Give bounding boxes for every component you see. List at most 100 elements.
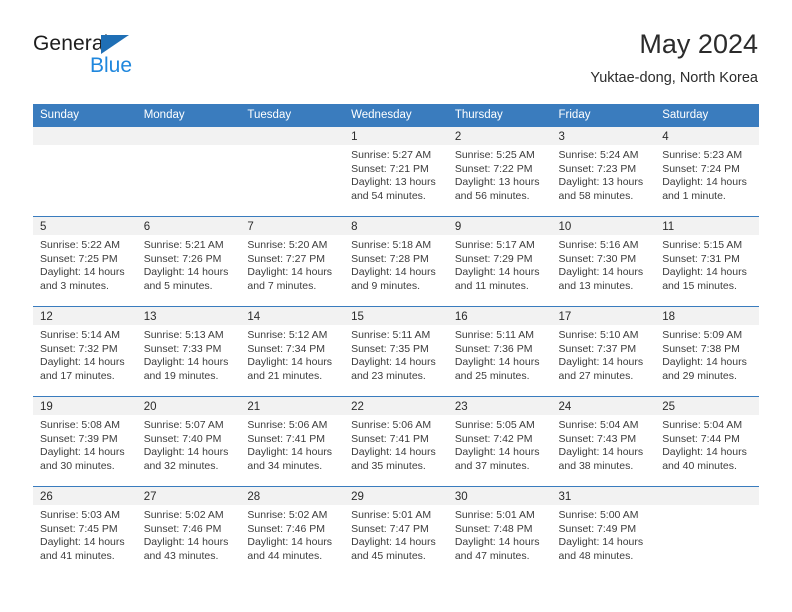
sunset-time: Sunset: 7:29 PM [454,252,533,265]
daylight-duration-line2: and 58 minutes. [558,189,634,202]
day-details: Sunrise: 5:11 AM Sunset: 7:35 PM Daylight:… [344,325,448,383]
calendar-day-cell[interactable]: 21 Sunrise: 5:06 AM Sunset: 7:41 PM Dayligh… [240,396,345,487]
calendar-day-cell[interactable]: 19 Sunrise: 5:08 AM Sunset: 7:39 PM Dayligh… [33,396,137,487]
sunrise-time: Sunrise: 5:12 AM [247,329,328,341]
calendar-page: General Blue May 2024 Yuktae-dong, North… [0,0,792,612]
daylight-duration-line2: and 19 minutes. [143,369,219,382]
day-details: Sunrise: 5:20 AM Sunset: 7:27 PM Daylight:… [240,235,344,293]
daylight-duration-line1: Daylight: 14 hours [247,446,333,459]
calendar-day-cell[interactable]: 25 Sunrise: 5:04 AM Sunset: 7:44 PM Dayligh… [655,396,759,487]
daylight-duration-line1: Daylight: 14 hours [247,266,333,279]
calendar-day-cell[interactable]: 3 Sunrise: 5:24 AM Sunset: 7:23 PM Daylight… [551,127,656,217]
day-number: 13 [136,307,241,325]
sunrise-time: Sunrise: 5:06 AM [247,419,328,431]
calendar-day-cell[interactable]: 6 Sunrise: 5:21 AM Sunset: 7:26 PM Daylight… [136,216,241,307]
calendar-day-cell[interactable]: 11 Sunrise: 5:15 AM Sunset: 7:31 PM Dayligh… [655,216,759,307]
sunset-time: Sunset: 7:25 PM [40,252,118,265]
day-details: Sunrise: 5:02 AM Sunset: 7:46 PM Daylight:… [137,505,241,563]
sunrise-time: Sunrise: 5:01 AM [454,509,535,521]
day-number: 3 [551,127,656,145]
daylight-duration-line2: and 23 minutes. [351,369,426,382]
calendar-day-cell[interactable]: 14 Sunrise: 5:12 AM Sunset: 7:34 PM Dayligh… [240,306,345,397]
daylight-duration-line1: Daylight: 14 hours [143,536,229,549]
sunset-time: Sunset: 7:35 PM [351,342,429,355]
sunset-time: Sunset: 7:34 PM [247,342,326,355]
day-details: Sunrise: 5:02 AM Sunset: 7:46 PM Daylight:… [240,505,344,563]
calendar-day-cell[interactable]: 26 Sunrise: 5:03 AM Sunset: 7:45 PM Dayligh… [33,486,137,576]
weekday-header-monday: Monday [136,104,241,127]
calendar-day-cell[interactable]: 9 Sunrise: 5:17 AM Sunset: 7:29 PM Daylight… [447,216,552,307]
day-number: 29 [344,487,448,505]
calendar-day-cell[interactable]: 12 Sunrise: 5:14 AM Sunset: 7:32 PM Dayligh… [33,306,137,397]
day-details: Sunrise: 5:01 AM Sunset: 7:47 PM Daylight:… [344,505,448,563]
daylight-duration-line2: and 37 minutes. [454,459,530,472]
sunrise-time: Sunrise: 5:01 AM [351,509,432,521]
day-details: Sunrise: 5:22 AM Sunset: 7:25 PM Daylight:… [33,235,137,293]
calendar-day-cell[interactable]: 15 Sunrise: 5:11 AM Sunset: 7:35 PM Dayligh… [344,306,448,397]
day-details: Sunrise: 5:11 AM Sunset: 7:36 PM Daylight:… [448,325,552,383]
daylight-duration-line1: Daylight: 14 hours [351,446,436,459]
calendar-day-cell[interactable]: 23 Sunrise: 5:05 AM Sunset: 7:42 PM Dayligh… [447,396,552,487]
day-number: 16 [447,307,552,325]
day-details: Sunrise: 5:25 AM Sunset: 7:22 PM Daylight:… [448,145,552,203]
calendar-day-cell[interactable]: 5 Sunrise: 5:22 AM Sunset: 7:25 PM Daylight… [33,216,137,307]
daylight-duration-line1: Daylight: 14 hours [247,536,333,549]
sunset-time: Sunset: 7:36 PM [454,342,533,355]
day-number: 23 [447,397,552,415]
logo-text-general: General [33,32,109,55]
calendar-day-cell[interactable]: 13 Sunrise: 5:13 AM Sunset: 7:33 PM Dayligh… [136,306,241,397]
day-number: 17 [551,307,656,325]
calendar-day-cell[interactable]: 7 Sunrise: 5:20 AM Sunset: 7:27 PM Daylight… [240,216,345,307]
day-details: Sunrise: 5:06 AM Sunset: 7:41 PM Daylight:… [344,415,448,473]
title-block: May 2024 Yuktae-dong, North Korea [590,28,758,88]
day-details: Sunrise: 5:03 AM Sunset: 7:45 PM Daylight:… [33,505,137,563]
calendar-day-cell[interactable]: 20 Sunrise: 5:07 AM Sunset: 7:40 PM Dayligh… [136,396,241,487]
day-number [240,127,345,145]
day-number: 28 [240,487,345,505]
logo-triangle-icon [101,35,129,54]
calendar-day-cell[interactable]: 4 Sunrise: 5:23 AM Sunset: 7:24 PM Daylight… [655,127,759,217]
daylight-duration-line1: Daylight: 14 hours [351,266,436,279]
sunrise-time: Sunrise: 5:13 AM [143,329,224,341]
daylight-duration-line2: and 13 minutes. [558,279,634,292]
calendar-day-cell[interactable]: 28 Sunrise: 5:02 AM Sunset: 7:46 PM Dayligh… [240,486,345,576]
daylight-duration-line2: and 43 minutes. [143,549,219,562]
daylight-duration-line1: Daylight: 13 hours [351,176,436,189]
sunrise-time: Sunrise: 5:09 AM [662,329,743,341]
calendar-day-cell[interactable]: 18 Sunrise: 5:09 AM Sunset: 7:38 PM Dayligh… [655,306,759,397]
day-number [33,127,137,145]
calendar-week-row: 26 Sunrise: 5:03 AM Sunset: 7:45 PM Dayligh… [33,486,759,576]
calendar-day-cell[interactable]: 8 Sunrise: 5:18 AM Sunset: 7:28 PM Daylight… [344,216,448,307]
calendar-day-cell[interactable]: 2 Sunrise: 5:25 AM Sunset: 7:22 PM Daylight… [447,127,552,217]
daylight-duration-line2: and 38 minutes. [558,459,634,472]
daylight-duration-line2: and 25 minutes. [454,369,530,382]
calendar-day-cell[interactable]: 29 Sunrise: 5:01 AM Sunset: 7:47 PM Dayligh… [344,486,448,576]
sunset-time: Sunset: 7:45 PM [40,522,118,535]
calendar-day-cell[interactable]: 22 Sunrise: 5:06 AM Sunset: 7:41 PM Dayligh… [344,396,448,487]
sunset-time: Sunset: 7:40 PM [143,432,222,445]
calendar-day-cell[interactable]: 16 Sunrise: 5:11 AM Sunset: 7:36 PM Dayligh… [447,306,552,397]
daylight-duration-line2: and 35 minutes. [351,459,426,472]
sunset-time: Sunset: 7:28 PM [351,252,429,265]
calendar-day-cell[interactable]: 1 Sunrise: 5:27 AM Sunset: 7:21 PM Daylight… [344,127,448,217]
daylight-duration-line2: and 29 minutes. [662,369,737,382]
calendar-day-cell[interactable]: 17 Sunrise: 5:10 AM Sunset: 7:37 PM Dayligh… [551,306,656,397]
sunset-time: Sunset: 7:41 PM [247,432,326,445]
calendar-day-cell[interactable]: 30 Sunrise: 5:01 AM Sunset: 7:48 PM Dayligh… [447,486,552,576]
daylight-duration-line2: and 32 minutes. [143,459,219,472]
calendar-day-cell[interactable]: 27 Sunrise: 5:02 AM Sunset: 7:46 PM Dayligh… [136,486,241,576]
sunset-time: Sunset: 7:38 PM [662,342,740,355]
daylight-duration-line2: and 41 minutes. [40,549,115,562]
day-details: Sunrise: 5:15 AM Sunset: 7:31 PM Daylight:… [655,235,759,293]
day-number: 27 [136,487,241,505]
sunrise-time: Sunrise: 5:16 AM [558,239,639,251]
day-details: Sunrise: 5:18 AM Sunset: 7:28 PM Daylight:… [344,235,448,293]
calendar-day-cell[interactable]: 31 Sunrise: 5:00 AM Sunset: 7:49 PM Dayligh… [551,486,656,576]
sunrise-time: Sunrise: 5:00 AM [558,509,639,521]
daylight-duration-line1: Daylight: 14 hours [454,356,540,369]
calendar-day-cell[interactable]: 10 Sunrise: 5:16 AM Sunset: 7:30 PM Dayligh… [551,216,656,307]
day-number: 1 [344,127,448,145]
day-details: Sunrise: 5:01 AM Sunset: 7:48 PM Daylight:… [448,505,552,563]
general-blue-logo[interactable]: General Blue [33,32,213,88]
calendar-day-cell[interactable]: 24 Sunrise: 5:04 AM Sunset: 7:43 PM Dayligh… [551,396,656,487]
